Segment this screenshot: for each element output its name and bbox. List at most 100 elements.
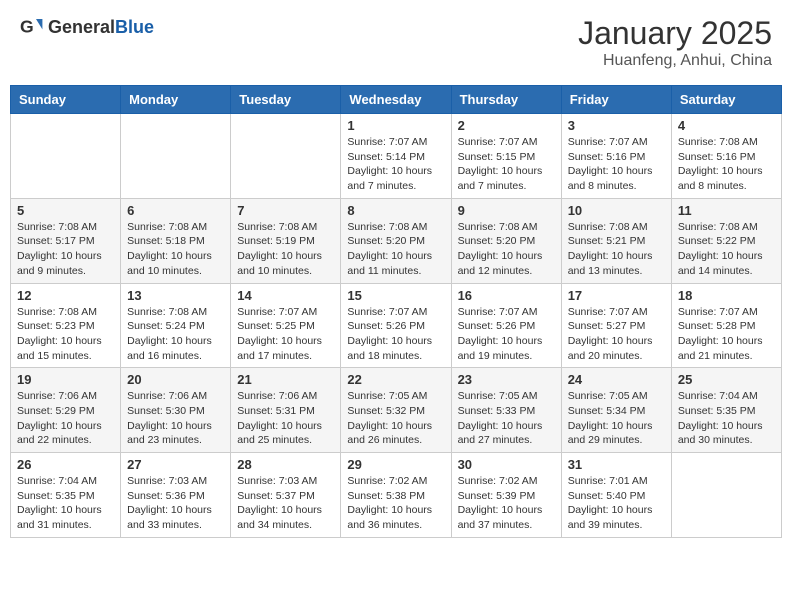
calendar-cell: 7 Sunrise: 7:08 AMSunset: 5:19 PMDaylight… — [231, 198, 341, 283]
day-number: 20 — [127, 372, 224, 387]
calendar-week-row: 12 Sunrise: 7:08 AMSunset: 5:23 PMDayligh… — [11, 283, 782, 368]
day-info: Sunrise: 7:07 AMSunset: 5:26 PMDaylight:… — [347, 305, 444, 364]
calendar-cell: 15Sunrise: 7:07 AMSunset: 5:26 PMDayligh… — [341, 283, 451, 368]
logo-blue: Blue — [115, 17, 154, 37]
day-number: 16 — [458, 288, 555, 303]
weekday-header-row: SundayMondayTuesdayWednesdayThursdayFrid… — [11, 86, 782, 114]
day-number: 29 — [347, 457, 444, 472]
day-number: 19 — [17, 372, 114, 387]
calendar-cell: 29 Sunrise: 7:02 AMSunset: 5:38 PMDayligh… — [341, 453, 451, 538]
calendar-cell: 12 Sunrise: 7:08 AMSunset: 5:23 PMDayligh… — [11, 283, 121, 368]
day-info: Sunrise: 7:08 AMSunset: 5:22 PMDaylight:… — [678, 220, 775, 279]
weekday-header: Tuesday — [231, 86, 341, 114]
weekday-header: Monday — [121, 86, 231, 114]
day-info: Sunrise: 7:08 AMSunset: 5:17 PMDaylight:… — [17, 220, 114, 279]
day-info: Sunrise: 7:03 AMSunset: 5:36 PMDaylight:… — [127, 474, 224, 533]
day-number: 28 — [237, 457, 334, 472]
calendar-cell: 17Sunrise: 7:07 AMSunset: 5:27 PMDayligh… — [561, 283, 671, 368]
calendar-cell: 16 Sunrise: 7:07 AMSunset: 5:26 PMDayligh… — [451, 283, 561, 368]
day-number: 14 — [237, 288, 334, 303]
day-number: 5 — [17, 203, 114, 218]
day-info: Sunrise: 7:05 AMSunset: 5:33 PMDaylight:… — [458, 389, 555, 448]
calendar-table: SundayMondayTuesdayWednesdayThursdayFrid… — [10, 85, 782, 538]
calendar-cell: 21Sunrise: 7:06 AMSunset: 5:31 PMDayligh… — [231, 368, 341, 453]
calendar-cell: 24 Sunrise: 7:05 AMSunset: 5:34 PMDayligh… — [561, 368, 671, 453]
day-number: 4 — [678, 118, 775, 133]
day-number: 25 — [678, 372, 775, 387]
logo: G GeneralBlue — [20, 15, 154, 39]
day-info: Sunrise: 7:07 AMSunset: 5:26 PMDaylight:… — [458, 305, 555, 364]
day-info: Sunrise: 7:04 AMSunset: 5:35 PMDaylight:… — [678, 389, 775, 448]
calendar-cell — [231, 114, 341, 199]
day-info: Sunrise: 7:02 AMSunset: 5:39 PMDaylight:… — [458, 474, 555, 533]
day-info: Sunrise: 7:01 AMSunset: 5:40 PMDaylight:… — [568, 474, 665, 533]
day-info: Sunrise: 7:08 AMSunset: 5:24 PMDaylight:… — [127, 305, 224, 364]
day-info: Sunrise: 7:07 AMSunset: 5:28 PMDaylight:… — [678, 305, 775, 364]
day-info: Sunrise: 7:08 AMSunset: 5:18 PMDaylight:… — [127, 220, 224, 279]
weekday-header: Sunday — [11, 86, 121, 114]
day-info: Sunrise: 7:06 AMSunset: 5:31 PMDaylight:… — [237, 389, 334, 448]
day-info: Sunrise: 7:07 AMSunset: 5:15 PMDaylight:… — [458, 135, 555, 194]
calendar-cell — [671, 453, 781, 538]
day-number: 1 — [347, 118, 444, 133]
calendar-cell: 9 Sunrise: 7:08 AMSunset: 5:20 PMDaylight… — [451, 198, 561, 283]
calendar-cell: 11 Sunrise: 7:08 AMSunset: 5:22 PMDayligh… — [671, 198, 781, 283]
day-info: Sunrise: 7:02 AMSunset: 5:38 PMDaylight:… — [347, 474, 444, 533]
day-number: 3 — [568, 118, 665, 133]
day-number: 30 — [458, 457, 555, 472]
calendar-cell: 14 Sunrise: 7:07 AMSunset: 5:25 PMDayligh… — [231, 283, 341, 368]
day-number: 24 — [568, 372, 665, 387]
calendar-cell: 23 Sunrise: 7:05 AMSunset: 5:33 PMDayligh… — [451, 368, 561, 453]
calendar-cell: 20 Sunrise: 7:06 AMSunset: 5:30 PMDayligh… — [121, 368, 231, 453]
weekday-header: Thursday — [451, 86, 561, 114]
weekday-header: Saturday — [671, 86, 781, 114]
day-info: Sunrise: 7:08 AMSunset: 5:19 PMDaylight:… — [237, 220, 334, 279]
day-info: Sunrise: 7:08 AMSunset: 5:23 PMDaylight:… — [17, 305, 114, 364]
logo-icon: G — [20, 15, 44, 39]
location-title: Huanfeng, Anhui, China — [578, 52, 772, 70]
day-number: 31 — [568, 457, 665, 472]
title-area: January 2025 Huanfeng, Anhui, China — [578, 15, 772, 70]
calendar-cell: 8Sunrise: 7:08 AMSunset: 5:20 PMDaylight… — [341, 198, 451, 283]
svg-text:G: G — [20, 17, 34, 37]
calendar-cell: 13Sunrise: 7:08 AMSunset: 5:24 PMDayligh… — [121, 283, 231, 368]
calendar-cell: 1 Sunrise: 7:07 AMSunset: 5:14 PMDaylight… — [341, 114, 451, 199]
calendar-cell: 30 Sunrise: 7:02 AMSunset: 5:39 PMDayligh… — [451, 453, 561, 538]
month-title: January 2025 — [578, 15, 772, 52]
day-number: 27 — [127, 457, 224, 472]
page-header: G GeneralBlue January 2025 Huanfeng, Anh… — [10, 10, 782, 75]
day-number: 10 — [568, 203, 665, 218]
day-info: Sunrise: 7:07 AMSunset: 5:16 PMDaylight:… — [568, 135, 665, 194]
calendar-cell: 5 Sunrise: 7:08 AMSunset: 5:17 PMDaylight… — [11, 198, 121, 283]
calendar-cell: 22Sunrise: 7:05 AMSunset: 5:32 PMDayligh… — [341, 368, 451, 453]
calendar-week-row: 1 Sunrise: 7:07 AMSunset: 5:14 PMDaylight… — [11, 114, 782, 199]
day-info: Sunrise: 7:08 AMSunset: 5:20 PMDaylight:… — [458, 220, 555, 279]
day-info: Sunrise: 7:07 AMSunset: 5:25 PMDaylight:… — [237, 305, 334, 364]
calendar-cell: 28 Sunrise: 7:03 AMSunset: 5:37 PMDayligh… — [231, 453, 341, 538]
day-info: Sunrise: 7:03 AMSunset: 5:37 PMDaylight:… — [237, 474, 334, 533]
calendar-cell — [11, 114, 121, 199]
logo-general: General — [48, 17, 115, 37]
day-number: 8 — [347, 203, 444, 218]
day-number: 7 — [237, 203, 334, 218]
day-number: 6 — [127, 203, 224, 218]
calendar-cell: 19Sunrise: 7:06 AMSunset: 5:29 PMDayligh… — [11, 368, 121, 453]
day-number: 26 — [17, 457, 114, 472]
day-info: Sunrise: 7:06 AMSunset: 5:30 PMDaylight:… — [127, 389, 224, 448]
day-number: 23 — [458, 372, 555, 387]
calendar-week-row: 5 Sunrise: 7:08 AMSunset: 5:17 PMDaylight… — [11, 198, 782, 283]
day-info: Sunrise: 7:05 AMSunset: 5:32 PMDaylight:… — [347, 389, 444, 448]
day-info: Sunrise: 7:05 AMSunset: 5:34 PMDaylight:… — [568, 389, 665, 448]
day-number: 17 — [568, 288, 665, 303]
calendar-cell: 18Sunrise: 7:07 AMSunset: 5:28 PMDayligh… — [671, 283, 781, 368]
day-info: Sunrise: 7:07 AMSunset: 5:14 PMDaylight:… — [347, 135, 444, 194]
calendar-week-row: 19Sunrise: 7:06 AMSunset: 5:29 PMDayligh… — [11, 368, 782, 453]
day-number: 9 — [458, 203, 555, 218]
calendar-cell: 31 Sunrise: 7:01 AMSunset: 5:40 PMDayligh… — [561, 453, 671, 538]
calendar-week-row: 26Sunrise: 7:04 AMSunset: 5:35 PMDayligh… — [11, 453, 782, 538]
calendar-cell: 10 Sunrise: 7:08 AMSunset: 5:21 PMDayligh… — [561, 198, 671, 283]
calendar-cell: 4Sunrise: 7:08 AMSunset: 5:16 PMDaylight… — [671, 114, 781, 199]
day-number: 12 — [17, 288, 114, 303]
day-info: Sunrise: 7:08 AMSunset: 5:21 PMDaylight:… — [568, 220, 665, 279]
day-number: 11 — [678, 203, 775, 218]
